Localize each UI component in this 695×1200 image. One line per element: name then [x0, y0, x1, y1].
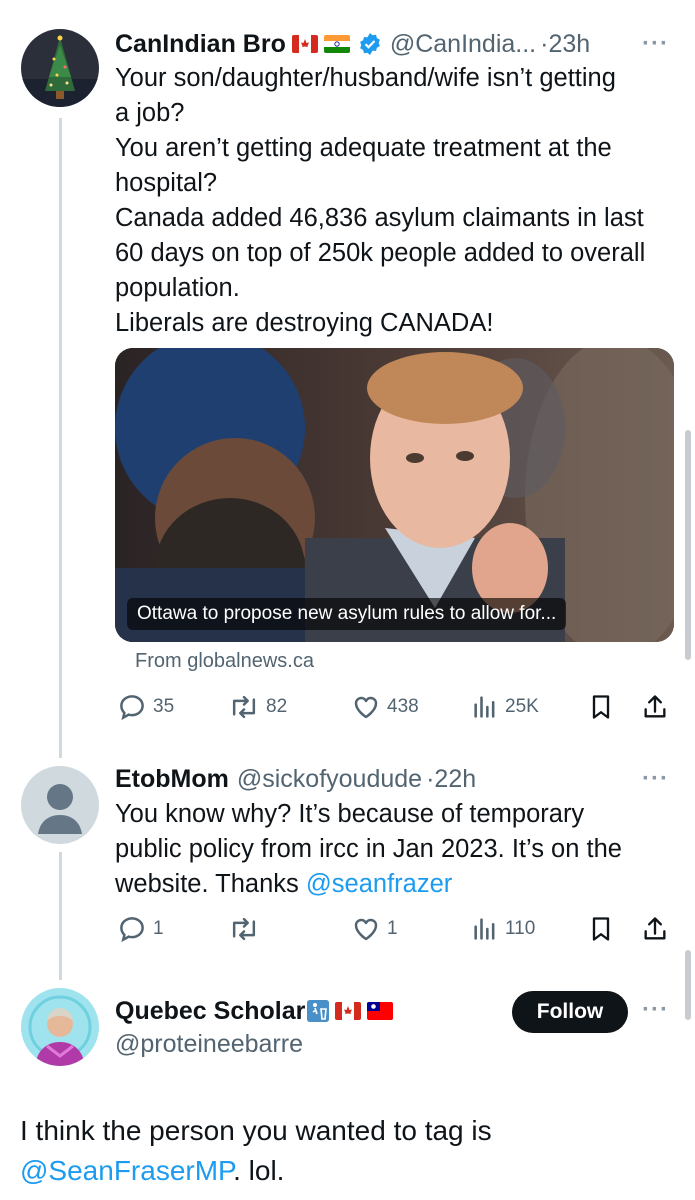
- author-name[interactable]: EtobMom: [115, 765, 229, 794]
- reply-button[interactable]: 35: [117, 691, 174, 723]
- link-card-source[interactable]: From globalnews.ca: [135, 650, 314, 673]
- tweet-text-line: I think the person you wanted to tag is: [20, 1115, 492, 1146]
- tweet-subheader: @proteineebarre: [115, 1028, 303, 1060]
- tweet-text-line: You aren’t getting adequate treatment at…: [115, 134, 612, 162]
- repost-count: 82: [266, 696, 288, 717]
- separator-dot: ·: [540, 29, 549, 58]
- verified-icon: [358, 32, 382, 56]
- like-icon: [354, 696, 378, 719]
- tweet-text: I think the person you wanted to tag is …: [20, 1111, 492, 1191]
- tweet-text: You know why? It’s because of temporary …: [115, 797, 622, 902]
- author-handle[interactable]: @CanIndia...: [390, 30, 536, 59]
- views-icon: [474, 918, 495, 940]
- views-icon: [474, 696, 495, 718]
- repost-button[interactable]: [228, 913, 266, 945]
- repost-icon: [232, 695, 256, 719]
- tweet-header: EtobMom @sickofyoudude · 22h: [115, 763, 476, 795]
- avatar[interactable]: [21, 988, 99, 1066]
- scrollbar-thumb[interactable]: [685, 950, 691, 1020]
- like-icon: [354, 918, 378, 941]
- author-name[interactable]: Quebec Scholar: [115, 997, 305, 1026]
- like-count: 1: [387, 918, 398, 939]
- bookmark-button[interactable]: [587, 913, 615, 945]
- reply-count: 1: [153, 918, 164, 939]
- views-count: 25K: [505, 696, 539, 717]
- thread-line: [59, 118, 62, 758]
- reply-icon: [120, 917, 144, 943]
- like-button[interactable]: 1: [351, 913, 398, 945]
- tweet-header: Quebec Scholar: [115, 995, 394, 1027]
- canada-flag-icon: [291, 35, 318, 53]
- tweet-text-segment: website. Thanks: [115, 870, 306, 898]
- views-button[interactable]: 25K: [471, 691, 539, 723]
- more-options-icon[interactable]: ···: [642, 765, 669, 793]
- share-button[interactable]: [641, 913, 669, 945]
- views-count: 110: [505, 918, 536, 939]
- avatar[interactable]: [21, 766, 99, 844]
- tweet-text-segment: . lol.: [233, 1155, 285, 1186]
- timestamp[interactable]: 23h: [548, 30, 590, 59]
- reply-icon: [120, 695, 144, 721]
- author-handle[interactable]: @proteineebarre: [115, 1030, 303, 1059]
- bookmark-button[interactable]: [587, 691, 615, 723]
- link-card-caption: Ottawa to propose new asylum rules to al…: [127, 598, 567, 630]
- scrollbar-thumb[interactable]: [685, 430, 691, 660]
- follow-button[interactable]: Follow: [512, 991, 628, 1033]
- tweet-text: Your son/daughter/husband/wife isn’t get…: [115, 61, 645, 341]
- tweet-text-line: 60 days on top of 250k people added to o…: [115, 239, 646, 267]
- tweet-text-line: You know why? It’s because of temporary: [115, 800, 585, 828]
- tweet-text-line: population.: [115, 274, 240, 302]
- link-card[interactable]: Ottawa to propose new asylum rules to al…: [115, 348, 674, 642]
- separator-dot: ·: [426, 764, 435, 793]
- canada-flag-icon: [335, 1002, 362, 1020]
- like-button[interactable]: 438: [351, 691, 419, 723]
- repost-button[interactable]: 82: [228, 691, 287, 723]
- more-options-icon[interactable]: ···: [642, 996, 669, 1024]
- tweet-actions: 1 1 110: [115, 913, 675, 945]
- reply-button[interactable]: 1: [117, 913, 164, 945]
- tweet-text-line: public policy from ircc in Jan 2023. It’…: [115, 835, 622, 863]
- share-button[interactable]: [641, 691, 669, 723]
- tweet-text-line: hospital?: [115, 169, 218, 197]
- tweet-actions: 35 82 438 25K: [115, 691, 675, 723]
- tweet-text-line: a job?: [115, 99, 185, 127]
- share-icon: [644, 917, 666, 940]
- like-count: 438: [387, 696, 419, 717]
- mention-link[interactable]: @SeanFraserMP: [20, 1155, 233, 1186]
- tweet-text-line: @SeanFraserMP. lol.: [20, 1151, 492, 1191]
- trash-sign-icon: [307, 1000, 330, 1022]
- author-name[interactable]: CanIndian Bro: [115, 30, 286, 59]
- share-icon: [644, 695, 666, 718]
- repost-icon: [232, 917, 256, 941]
- bookmark-icon: [592, 695, 610, 719]
- tweet-text-line: website. Thanks @seanfrazer: [115, 867, 622, 902]
- more-options-icon[interactable]: ···: [642, 30, 669, 58]
- taiwan-flag-icon: [367, 1002, 394, 1020]
- india-flag-icon: [323, 35, 350, 53]
- mention-link[interactable]: @seanfrazer: [306, 870, 452, 898]
- timestamp[interactable]: 22h: [434, 765, 476, 794]
- tweet-text-line: Liberals are destroying CANADA!: [115, 309, 494, 337]
- bookmark-icon: [592, 917, 610, 941]
- avatar[interactable]: [21, 29, 99, 107]
- views-button[interactable]: 110: [471, 913, 535, 945]
- tweet-text-line: Canada added 46,836 asylum claimants in …: [115, 204, 644, 232]
- thread-line: [59, 852, 62, 980]
- author-handle[interactable]: @sickofyoudude: [237, 765, 422, 794]
- tweet-header: CanIndian Bro @CanIndia... · 23h: [115, 28, 590, 60]
- reply-count: 35: [153, 696, 175, 717]
- tweet-text-line: Your son/daughter/husband/wife isn’t get…: [115, 64, 616, 92]
